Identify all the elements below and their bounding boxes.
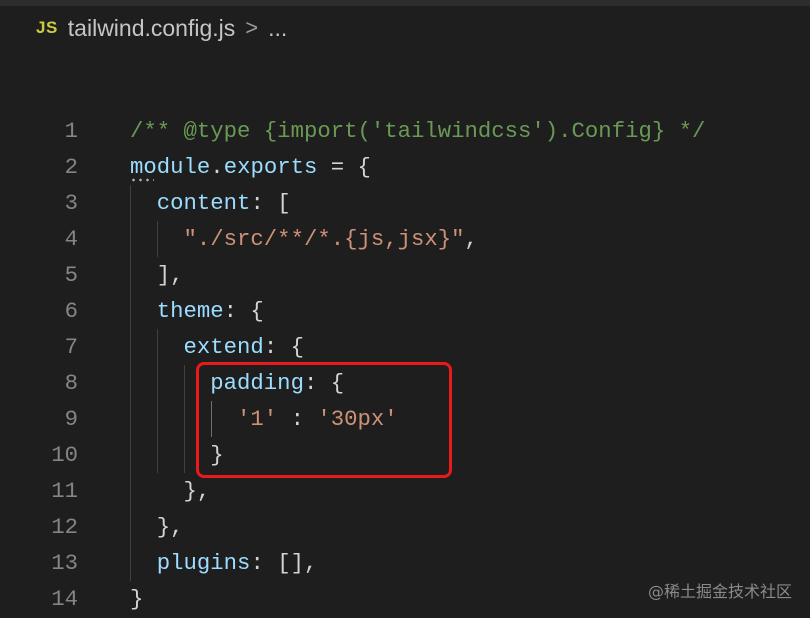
code-line[interactable]: 4 "./src/**/*.{js,jsx}",	[0, 221, 810, 257]
code-line[interactable]: 1 /** @type {import('tailwindcss').Config…	[0, 113, 810, 149]
code-token: ],	[130, 262, 184, 288]
code-text: },	[130, 473, 211, 509]
code-token: exports	[223, 154, 318, 180]
code-token: extend	[130, 334, 264, 360]
code-line[interactable]: 5 ],	[0, 257, 810, 293]
breadcrumb-file-name[interactable]: tailwind.config.js	[68, 15, 235, 42]
code-line[interactable]: 3 content: [	[0, 185, 810, 221]
code-token: },	[130, 514, 184, 540]
code-text: },	[130, 509, 184, 545]
highlight-annotation-box	[196, 362, 452, 478]
watermark: @稀土掘金技术社区	[647, 582, 792, 601]
code-token: : {	[263, 334, 304, 360]
ellipsis-hint-icon	[130, 178, 154, 182]
code-text: ],	[130, 257, 184, 293]
line-number: 8	[64, 370, 78, 396]
code-token: : [	[250, 190, 291, 216]
code-token: .	[210, 154, 224, 180]
line-number: 6	[64, 298, 78, 324]
chevron-right-icon: >	[245, 15, 259, 40]
code-text: module.exports = {	[130, 149, 371, 185]
code-token: "./src/**/*.{js,jsx}"	[130, 226, 465, 252]
code-text: content: [	[130, 185, 291, 221]
code-token: theme	[130, 298, 224, 324]
breadcrumb-more[interactable]: ...	[268, 15, 287, 42]
code-text: extend: {	[130, 329, 304, 365]
code-text: plugins: [],	[130, 545, 318, 581]
code-line[interactable]: 7 extend: {	[0, 329, 810, 365]
code-token: }	[130, 586, 144, 612]
code-text: "./src/**/*.{js,jsx}",	[130, 221, 478, 257]
editor-tab-strip	[0, 0, 810, 6]
line-number: 4	[64, 226, 78, 252]
line-number: 14	[51, 586, 78, 612]
line-number: 11	[51, 478, 78, 504]
code-token: plugins	[130, 550, 251, 576]
line-number: 5	[64, 262, 78, 288]
code-line[interactable]: 11 },	[0, 473, 810, 509]
code-token: /** @type {import('tailwindcss').Config}…	[130, 118, 706, 144]
line-number: 12	[51, 514, 78, 540]
code-line[interactable]: 13 plugins: [],	[0, 545, 810, 581]
code-token: module	[130, 154, 211, 180]
code-token: },	[130, 478, 211, 504]
breadcrumb: JS tailwind.config.js > ...	[36, 12, 287, 44]
line-number: 10	[51, 442, 78, 468]
line-number: 9	[64, 406, 78, 432]
line-number: 7	[64, 334, 78, 360]
code-text: theme: {	[130, 293, 264, 329]
line-number: 2	[64, 154, 78, 180]
code-token: ,	[464, 226, 478, 252]
code-token: content	[130, 190, 251, 216]
code-text: }	[130, 581, 143, 617]
code-line[interactable]: 2 module.exports = {	[0, 149, 810, 185]
code-token: : [],	[250, 550, 318, 576]
code-token: : {	[223, 298, 264, 324]
code-text: /** @type {import('tailwindcss').Config}…	[130, 113, 705, 149]
code-token: = {	[317, 154, 371, 180]
code-line[interactable]: 12 },	[0, 509, 810, 545]
code-line[interactable]: 6 theme: {	[0, 293, 810, 329]
line-number: 1	[64, 118, 78, 144]
line-number: 13	[51, 550, 78, 576]
javascript-file-icon: JS	[36, 18, 58, 37]
line-number: 3	[64, 190, 78, 216]
